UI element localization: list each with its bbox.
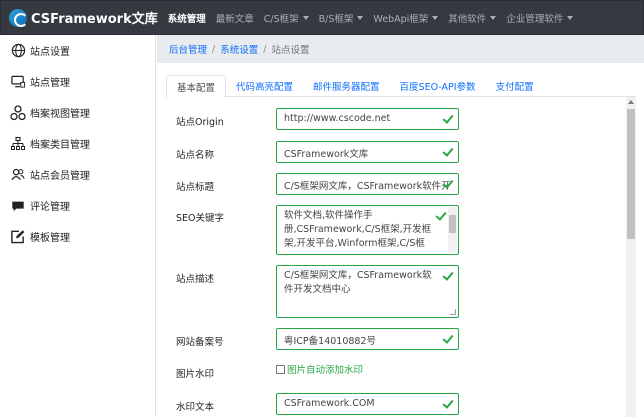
- sidebar-item-label: 站点设置: [30, 47, 70, 58]
- seo-keywords-textarea[interactable]: 软件文档,软件操作手册,CSFramework,C/S框架,开发框架,开发平台,…: [276, 205, 459, 255]
- sidebar-item-comments[interactable]: 评论管理: [0, 190, 155, 221]
- sidebar-item-label: 档案视图管理: [30, 109, 90, 120]
- sidebar-item-label: 模板管理: [30, 233, 70, 244]
- top-navbar: CSFramework文库 系统管理 最新文章 C/S框架 B/S框架 WebA…: [0, 0, 644, 35]
- sidebar-item-site-management[interactable]: 站点管理: [0, 66, 155, 97]
- tree-icon: [10, 136, 26, 152]
- caret-down-icon: [302, 15, 309, 20]
- watermark-text-input[interactable]: CSFramework.COM: [276, 393, 459, 415]
- valid-check-icon: [442, 270, 453, 281]
- nav-item-latest-articles[interactable]: 最新文章: [216, 11, 254, 25]
- scroll-up-arrow-icon[interactable]: [628, 100, 634, 104]
- textarea-scrollbar[interactable]: [448, 207, 457, 253]
- breadcrumb-separator: /: [212, 43, 216, 55]
- site-name-input[interactable]: CSFramework文库: [276, 141, 459, 163]
- site-description-label: 站点描述: [176, 274, 215, 285]
- tab-basic-config[interactable]: 基本配置: [166, 75, 227, 98]
- valid-check-icon: [442, 113, 453, 124]
- site-name-value: CSFramework文库: [284, 149, 369, 160]
- site-name-label: 站点名称: [176, 150, 215, 161]
- sidebar-item-archive-view[interactable]: 档案视图管理: [0, 97, 155, 128]
- caret-down-icon: [432, 15, 439, 20]
- watermark-label: 图片水印: [176, 369, 215, 380]
- breadcrumb: 后台管理 / 系统设置 / 站点设置: [157, 35, 644, 63]
- tab-payment[interactable]: 支付配置: [486, 75, 544, 97]
- resize-handle-icon[interactable]: [450, 309, 456, 315]
- nav-label: B/S框架: [318, 13, 354, 25]
- valid-check-icon: [435, 210, 446, 221]
- nodes-icon: [10, 104, 26, 121]
- globe-icon: [10, 43, 26, 59]
- icp-label: 网站备案号: [176, 337, 224, 348]
- breadcrumb-home-link[interactable]: 后台管理: [169, 42, 207, 56]
- breadcrumb-section-link[interactable]: 系统设置: [220, 42, 258, 56]
- sidebar-item-archive-category[interactable]: 档案类目管理: [0, 128, 155, 159]
- origin-input[interactable]: http://www.cscode.net: [276, 108, 459, 130]
- comment-icon: [10, 198, 26, 214]
- tab-baidu-seo-api[interactable]: 百度SEO-API参数: [390, 75, 486, 97]
- nav-item-webapi-framework[interactable]: WebApi框架: [373, 11, 439, 25]
- watermark-checkbox-label: 图片自动添加水印: [287, 365, 364, 376]
- caret-down-icon: [357, 15, 364, 20]
- site-title-input[interactable]: C/S框架网文库，CSFramework软件开: [276, 173, 459, 195]
- settings-tabs: 基本配置 代码高亮配置 邮件服务器配置 百度SEO-API参数 支付配置: [166, 75, 636, 98]
- brand-logo-icon: [9, 8, 28, 27]
- valid-check-icon: [442, 146, 453, 157]
- nav-item-system-management[interactable]: 系统管理: [168, 11, 206, 25]
- sidebar-item-label: 评论管理: [30, 202, 70, 213]
- seo-keywords-label: SEO关键字: [176, 213, 225, 224]
- tab-code-highlight[interactable]: 代码高亮配置: [226, 75, 303, 97]
- nav-item-enterprise-software[interactable]: 企业管理软件: [506, 11, 574, 25]
- valid-check-icon: [442, 333, 453, 344]
- edit-icon: [10, 229, 26, 245]
- breadcrumb-current: 站点设置: [271, 45, 310, 56]
- icp-input[interactable]: 粤ICP备14010882号: [276, 328, 459, 350]
- brand[interactable]: CSFramework文库: [9, 8, 158, 27]
- settings-form: 站点Origin http://www.cscode.net 站点名称 CSFr…: [166, 97, 636, 417]
- tab-mail-server[interactable]: 邮件服务器配置: [303, 75, 390, 97]
- valid-check-icon: [442, 398, 453, 409]
- icp-value: 粤ICP备14010882号: [284, 336, 377, 347]
- watermark-checkbox-row[interactable]: 图片自动添加水印: [276, 362, 363, 376]
- site-description-textarea[interactable]: C/S框架网文库，CSFramework软件开发文档中心: [276, 265, 459, 318]
- caret-down-icon: [490, 15, 497, 20]
- origin-value: http://www.cscode.net: [284, 113, 391, 124]
- nav-item-bs-framework[interactable]: B/S框架: [319, 11, 364, 25]
- textarea-scrollbar-thumb[interactable]: [449, 215, 456, 233]
- site-description-value: C/S框架网文库，CSFramework软件开发文档中心: [284, 270, 432, 295]
- watermark-text-label: 水印文本: [176, 402, 215, 413]
- brand-name: CSFramework文库: [31, 12, 158, 27]
- content-scrollbar[interactable]: [626, 97, 636, 417]
- sidebar-item-site-settings[interactable]: 站点设置: [0, 35, 155, 66]
- sidebar-item-label: 站点管理: [30, 78, 70, 89]
- breadcrumb-separator: /: [263, 43, 267, 55]
- seo-keywords-value: 软件文档,软件操作手册,CSFramework,C/S框架,开发框架,开发平台,…: [284, 210, 432, 249]
- sidebar-item-label: 档案类目管理: [30, 140, 90, 151]
- nav-item-cs-framework[interactable]: C/S框架: [264, 11, 309, 25]
- monitor-icon: [10, 74, 26, 90]
- sidebar-item-label: 站点会员管理: [30, 171, 90, 182]
- caret-down-icon: [567, 15, 574, 20]
- sidebar-item-site-members[interactable]: 站点会员管理: [0, 159, 155, 190]
- sidebar-item-templates[interactable]: 模板管理: [0, 221, 155, 252]
- site-title-label: 站点标题: [176, 182, 215, 193]
- nav-label: C/S框架: [263, 13, 299, 25]
- sidebar: 站点设置 站点管理 档案视图管理 档案类目管理 站点会员管理 评论管理 模板管理: [0, 35, 156, 417]
- valid-check-icon: [442, 178, 453, 189]
- site-title-value: C/S框架网文库，CSFramework软件开: [284, 181, 451, 192]
- nav-label: 最新文章: [215, 13, 254, 25]
- nav-label: WebApi框架: [373, 13, 429, 25]
- origin-label: 站点Origin: [176, 117, 224, 128]
- nav-label: 系统管理: [167, 13, 206, 25]
- watermark-checkbox[interactable]: [276, 364, 285, 374]
- users-icon: [10, 167, 26, 183]
- watermark-text-value: CSFramework.COM: [284, 398, 375, 409]
- nav-label: 其他软件: [448, 13, 487, 25]
- scrollbar-thumb[interactable]: [627, 109, 635, 239]
- nav-item-other-software[interactable]: 其他软件: [448, 11, 497, 25]
- nav-label: 企业管理软件: [506, 13, 564, 25]
